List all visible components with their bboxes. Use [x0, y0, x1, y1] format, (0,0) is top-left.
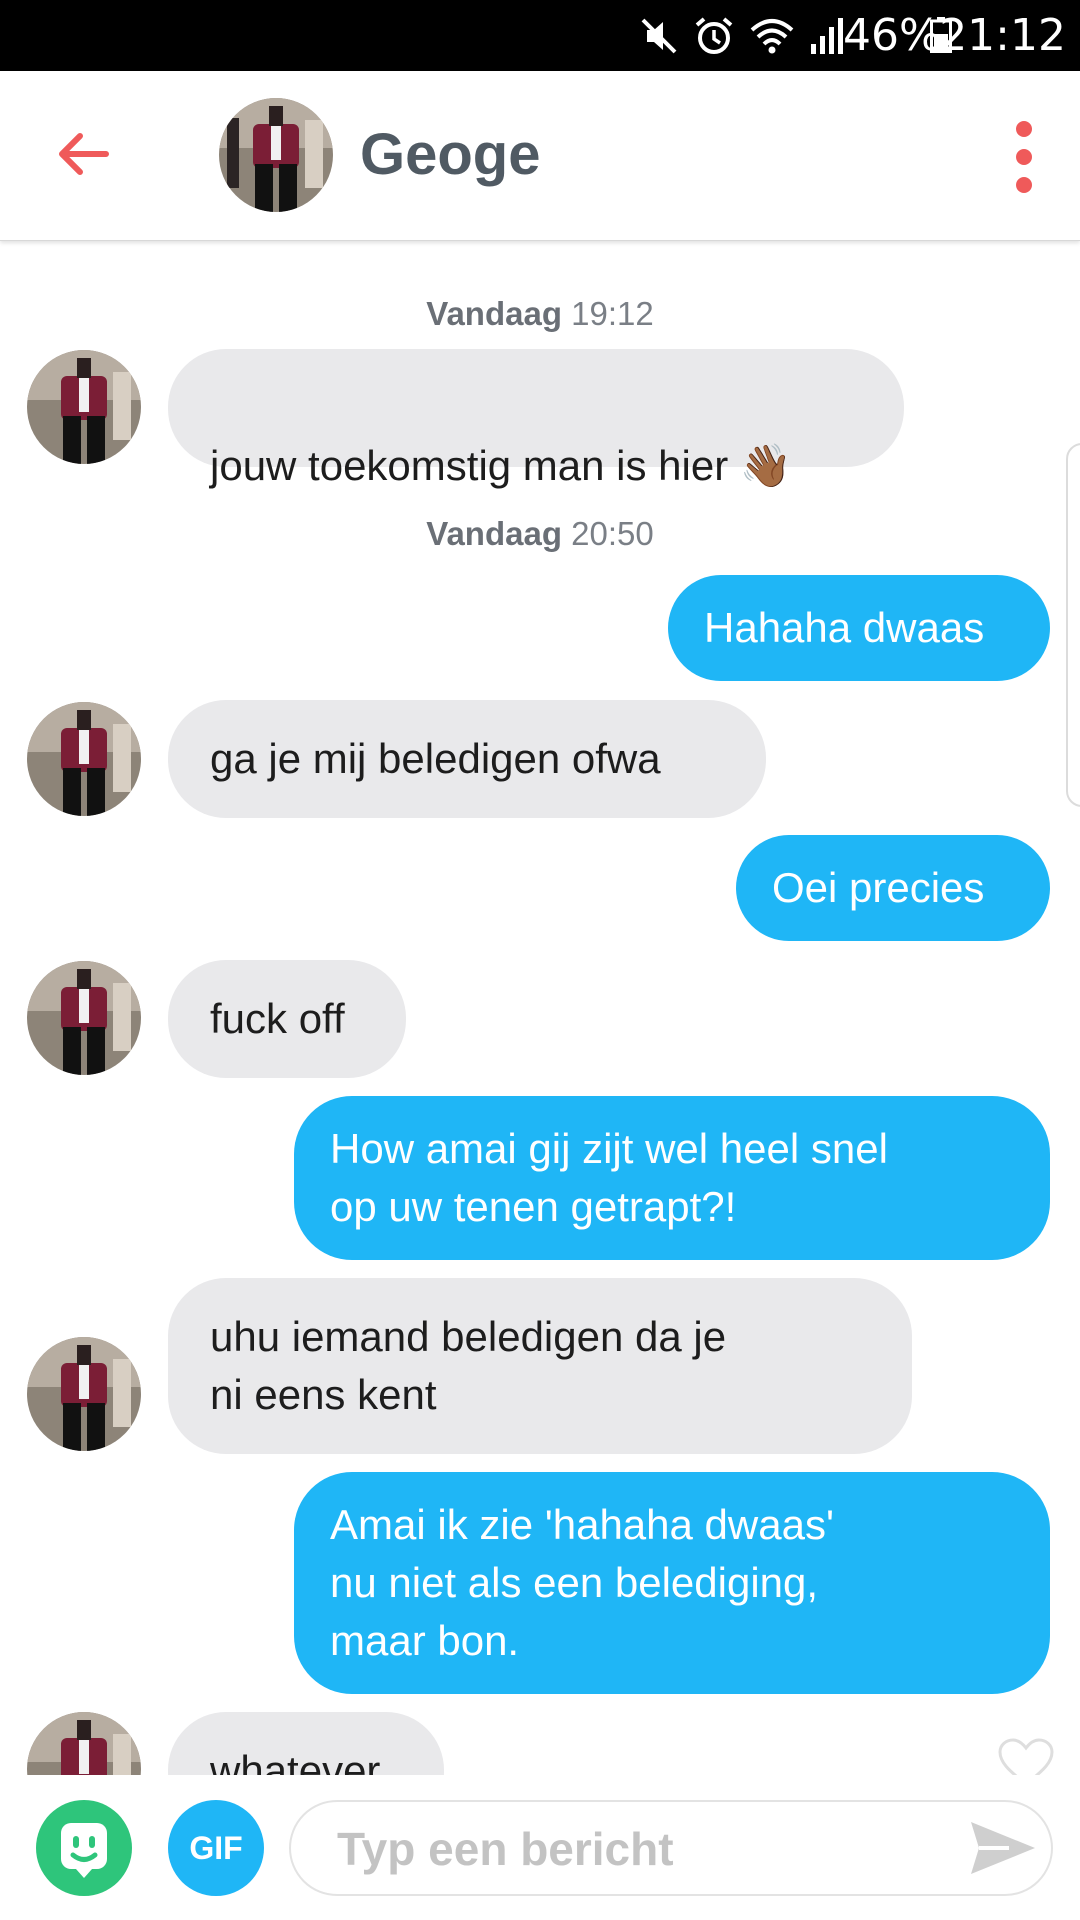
message-bubble-outgoing[interactable]: Hahaha dwaas — [668, 575, 1050, 681]
alarm-icon — [695, 17, 733, 54]
gif-button[interactable]: GIF — [168, 1800, 264, 1896]
more-vertical-icon[interactable] — [1006, 119, 1042, 195]
contact-avatar-small[interactable] — [27, 1337, 141, 1451]
back-arrow-icon[interactable] — [52, 124, 112, 184]
timestamp: Vandaag 19:12 — [426, 295, 654, 332]
message-composer: GIF — [0, 1775, 1080, 1920]
contact-name[interactable]: Geoge — [360, 121, 541, 188]
contact-avatar-small[interactable] — [27, 350, 141, 464]
wifi-icon — [750, 19, 794, 54]
message-bubble-outgoing[interactable]: Amai ik zie 'hahaha dwaas' nu niet als e… — [294, 1472, 1050, 1694]
message-bubble-incoming[interactable]: jouw toekomstig man is hier 👋🏾 — [168, 349, 904, 489]
send-icon[interactable] — [969, 1818, 1037, 1878]
message-bubble-incoming[interactable]: uhu iemand beledigen da je ni eens kent — [168, 1278, 912, 1454]
message-input-box — [289, 1800, 1053, 1896]
message-input[interactable] — [335, 1812, 939, 1886]
mute-icon — [641, 18, 677, 54]
signal-icon — [811, 18, 843, 54]
chat-header: Geoge — [0, 71, 1080, 241]
scroll-handle[interactable] — [1066, 443, 1080, 807]
waving-hand-emoji: 👋🏾 — [739, 442, 793, 489]
sticker-icon — [61, 1823, 107, 1878]
status-icons — [639, 14, 845, 58]
battery-percent: 46% — [843, 10, 941, 61]
contact-avatar-small[interactable] — [27, 961, 141, 1075]
contact-avatar-small[interactable] — [27, 702, 141, 816]
message-bubble-outgoing[interactable]: Oei precies — [736, 835, 1050, 941]
message-bubble-incoming[interactable]: ga je mij beledigen ofwa — [168, 700, 766, 818]
contact-avatar[interactable] — [219, 98, 333, 212]
timestamp: Vandaag 20:50 — [426, 515, 654, 552]
clock: 21:12 — [939, 10, 1066, 61]
status-bar: 46% 21:12 — [0, 0, 1080, 71]
message-bubble-outgoing[interactable]: How amai gij zijt wel heel snel op uw te… — [294, 1096, 1050, 1260]
message-bubble-incoming[interactable]: fuck off — [168, 960, 406, 1078]
sticker-button[interactable] — [36, 1800, 132, 1896]
